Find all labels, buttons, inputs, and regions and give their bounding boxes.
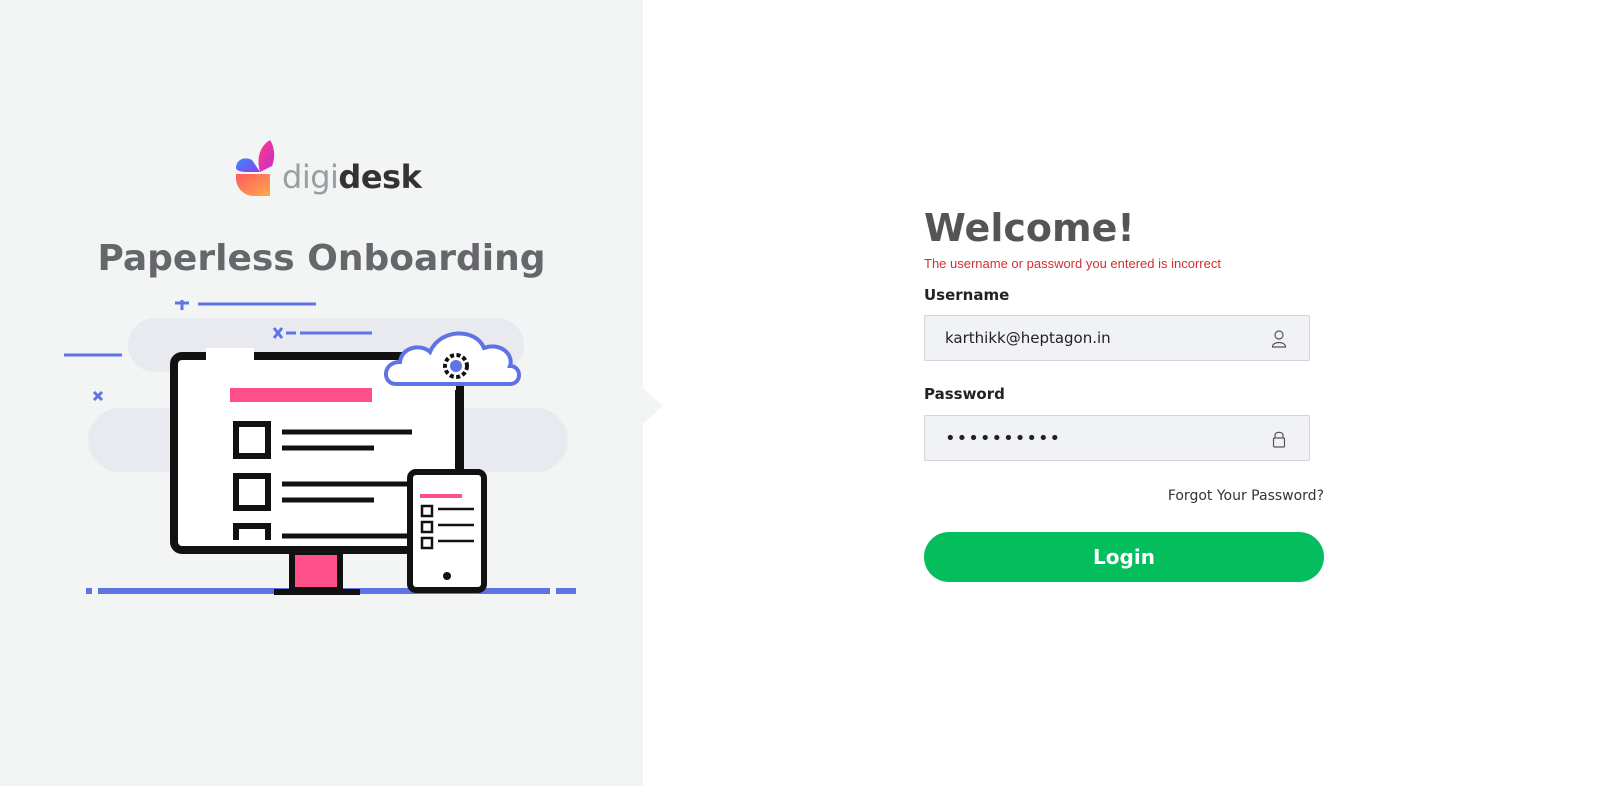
brand-panel: digidesk Paperless Onboarding <box>0 0 643 786</box>
login-button[interactable]: Login <box>924 532 1324 582</box>
logo-wordmark: digidesk <box>282 158 422 196</box>
password-field[interactable] <box>924 415 1310 461</box>
username-label: Username <box>924 286 1010 304</box>
logo-text-light: digi <box>282 158 339 196</box>
digidesk-logo-icon <box>236 140 275 196</box>
digidesk-logo: digidesk <box>232 140 432 202</box>
username-input[interactable] <box>945 316 1265 360</box>
password-label: Password <box>924 385 1005 403</box>
panel-notch <box>643 388 663 424</box>
lock-icon <box>1272 431 1286 448</box>
tagline: Paperless Onboarding <box>97 238 546 279</box>
login-error-message: The username or password you entered is … <box>924 256 1221 271</box>
password-input[interactable] <box>945 416 1265 460</box>
logo-text-bold: desk <box>338 158 422 196</box>
forgot-password-link[interactable]: Forgot Your Password? <box>1168 488 1324 504</box>
onboarding-illustration <box>64 300 576 595</box>
username-field[interactable] <box>924 315 1310 361</box>
user-icon <box>1271 330 1287 348</box>
welcome-heading: Welcome! <box>924 206 1135 250</box>
